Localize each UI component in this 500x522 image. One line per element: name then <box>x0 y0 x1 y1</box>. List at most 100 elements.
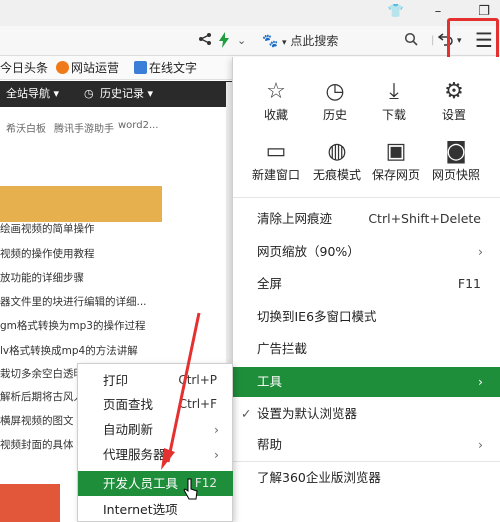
menu-divider <box>233 197 500 198</box>
menu-item-label: 帮助 <box>257 437 283 452</box>
chevron-right-icon: › <box>478 244 483 259</box>
article-link[interactable]: 器文件里的块进行编辑的详细... <box>0 295 147 309</box>
snapshot-label: 网页快照 <box>431 168 480 182</box>
menu-item-label: 切换到IE6多窗口模式 <box>257 309 377 324</box>
site-icon <box>134 61 147 74</box>
save-icon: ▣ <box>385 139 407 164</box>
share-icon[interactable] <box>198 32 212 52</box>
menu-item-label: 网页缩放（90%） <box>257 244 360 259</box>
new-window-button[interactable]: ▭ 新建窗口 <box>242 139 310 183</box>
address-bar: ⌄ 🐾 ▾ 点此搜索 | ▾ <box>0 26 500 56</box>
menu-icon[interactable]: ☰ <box>470 28 498 54</box>
article-link[interactable]: 视频封面的具体 <box>0 438 74 452</box>
submenu-item-devtools[interactable]: 开发人员工具 F12 <box>78 471 233 496</box>
menu-item-zoom[interactable]: 网页缩放（90%） › <box>233 239 500 265</box>
menu-item-tools[interactable]: 工具 › <box>233 367 500 397</box>
chevron-right-icon: › <box>478 374 483 389</box>
site-icon <box>56 61 69 74</box>
tools-submenu: 打印 Ctrl+P 页面查找 Ctrl+F 自动刷新 › 代理服务器 › 开发人… <box>77 363 233 522</box>
incognito-button[interactable]: ◍ 无痕模式 <box>303 139 371 183</box>
submenu-item-print[interactable]: 打印 Ctrl+P <box>78 368 233 393</box>
article-link[interactable]: lv格式转换成mp4的方法讲解 <box>0 344 138 358</box>
camera-icon: ◙ <box>445 139 467 164</box>
menu-item-label: 全屏 <box>257 276 283 291</box>
minimize-icon[interactable]: – <box>428 3 448 21</box>
section-banner <box>0 186 162 222</box>
window-title-bar: 👕 – ❐ <box>0 0 500 26</box>
check-icon: ✓ <box>241 406 252 421</box>
submenu-item-label: 自动刷新 <box>103 422 154 437</box>
baidu-paw-icon: 🐾 <box>262 34 279 49</box>
favorites-label: 收藏 <box>263 108 288 122</box>
chevron-right-icon: › <box>214 422 219 437</box>
chevron-down-icon[interactable]: ⌄ <box>237 32 246 50</box>
article-link[interactable]: 解析后期将古风人 <box>0 390 84 404</box>
shortcut-text: Ctrl+Shift+Delete <box>368 211 481 226</box>
menu-item-default-browser[interactable]: ✓ 设置为默认浏览器 <box>233 401 500 427</box>
submenu-item-proxy[interactable]: 代理服务器 › <box>78 442 233 467</box>
undo-dropdown-icon[interactable]: ▾ <box>457 32 462 50</box>
browser-main-menu: ☆ 收藏 ◷ 历史 ⤓ 下载 ⚙ 设置 ▭ 新建窗口 ◍ 无痕模式 ▣ 保存网页… <box>232 57 500 522</box>
download-button[interactable]: ⤓ 下载 <box>366 79 422 123</box>
chevron-right-icon: › <box>214 447 219 462</box>
menu-item-fullscreen[interactable]: 全屏 F11 <box>233 271 500 297</box>
article-link[interactable]: gm格式转换为mp3的操作过程 <box>0 319 145 333</box>
snapshot-button[interactable]: ◙ 网页快照 <box>422 139 490 183</box>
menu-item-ie6-mode[interactable]: 切换到IE6多窗口模式 <box>233 304 500 330</box>
menu-divider <box>233 461 500 462</box>
menu-item-clear-traces[interactable]: 清除上网痕迹 Ctrl+Shift+Delete <box>233 206 500 232</box>
new-window-label: 新建窗口 <box>251 168 300 182</box>
bookmark-wangzhan[interactable]: 网站运营 <box>56 60 119 76</box>
lightning-icon[interactable] <box>218 32 230 53</box>
menu-item-label: 了解360企业版浏览器 <box>257 470 381 485</box>
download-label: 下载 <box>381 108 406 122</box>
nav-history[interactable]: 历史记录 ▾ <box>100 86 153 102</box>
menu-item-enterprise[interactable]: 了解360企业版浏览器 <box>233 465 500 491</box>
search-icon[interactable] <box>404 32 418 51</box>
submenu-item-internet-options[interactable]: Internet选项 <box>78 497 233 522</box>
nav-all-sites[interactable]: 全站导航 ▾ <box>6 86 59 102</box>
shortcut-text: Ctrl+P <box>178 373 217 387</box>
favorites-button[interactable]: ☆ 收藏 <box>248 79 304 123</box>
history-label: 历史 <box>322 108 347 122</box>
submenu-item-find[interactable]: 页面查找 Ctrl+F <box>78 392 233 417</box>
clock-icon: ◷ <box>325 79 345 104</box>
history-button[interactable]: ◷ 历史 <box>307 79 363 123</box>
link-item[interactable]: 腾讯手游助手 <box>54 120 114 135</box>
link-item[interactable]: word2... <box>118 120 158 131</box>
menu-item-label: 清除上网痕迹 <box>257 211 333 226</box>
bookmark-label: 网站运营 <box>71 61 120 75</box>
article-link[interactable]: 横屏视频的图文 <box>0 414 74 428</box>
article-link[interactable]: 放功能的详细步骤 <box>0 271 84 285</box>
submenu-item-label: 页面查找 <box>103 397 154 412</box>
shirt-icon[interactable]: 👕 <box>386 3 406 21</box>
chevron-right-icon: › <box>478 437 483 452</box>
menu-item-help[interactable]: 帮助 › <box>233 432 500 458</box>
red-block <box>0 484 60 522</box>
menu-item-adblock[interactable]: 广告拦截 <box>233 336 500 362</box>
incognito-icon: ◍ <box>327 139 347 164</box>
link-item[interactable]: 希沃白板 <box>6 120 46 135</box>
article-link[interactable]: 视频的操作使用教程 <box>0 247 95 261</box>
settings-button[interactable]: ⚙ 设置 <box>426 79 482 123</box>
submenu-item-autorefresh[interactable]: 自动刷新 › <box>78 417 233 442</box>
restore-icon[interactable]: ❐ <box>474 3 494 21</box>
undo-icon[interactable] <box>437 32 454 51</box>
article-link[interactable]: 栽切多余空白透明 <box>0 367 84 381</box>
menu-item-label: 工具 <box>257 374 283 389</box>
bookmark-zaixian[interactable]: 在线文字 <box>134 60 197 76</box>
site-nav-strip: 全站导航 ▾ ◷ 历史记录 ▾ <box>0 81 232 107</box>
bookmark-label: 在线文字 <box>149 61 198 75</box>
shortcut-text: F11 <box>457 276 481 291</box>
save-page-button[interactable]: ▣ 保存网页 <box>362 139 430 183</box>
search-dropdown-icon[interactable]: ▾ <box>282 38 287 48</box>
shortcut-text: Ctrl+F <box>178 397 217 411</box>
submenu-item-label: 代理服务器 <box>103 447 166 462</box>
clock-icon: ◷ <box>84 87 94 100</box>
star-icon: ☆ <box>266 79 286 104</box>
submenu-item-label: 开发人员工具 <box>103 476 179 491</box>
bookmark-toutiao[interactable]: 今日头条 <box>0 60 48 76</box>
article-link[interactable]: 绘画视频的简单操作 <box>0 222 95 236</box>
submenu-item-label: 打印 <box>103 373 129 388</box>
gear-icon: ⚙ <box>444 79 464 104</box>
